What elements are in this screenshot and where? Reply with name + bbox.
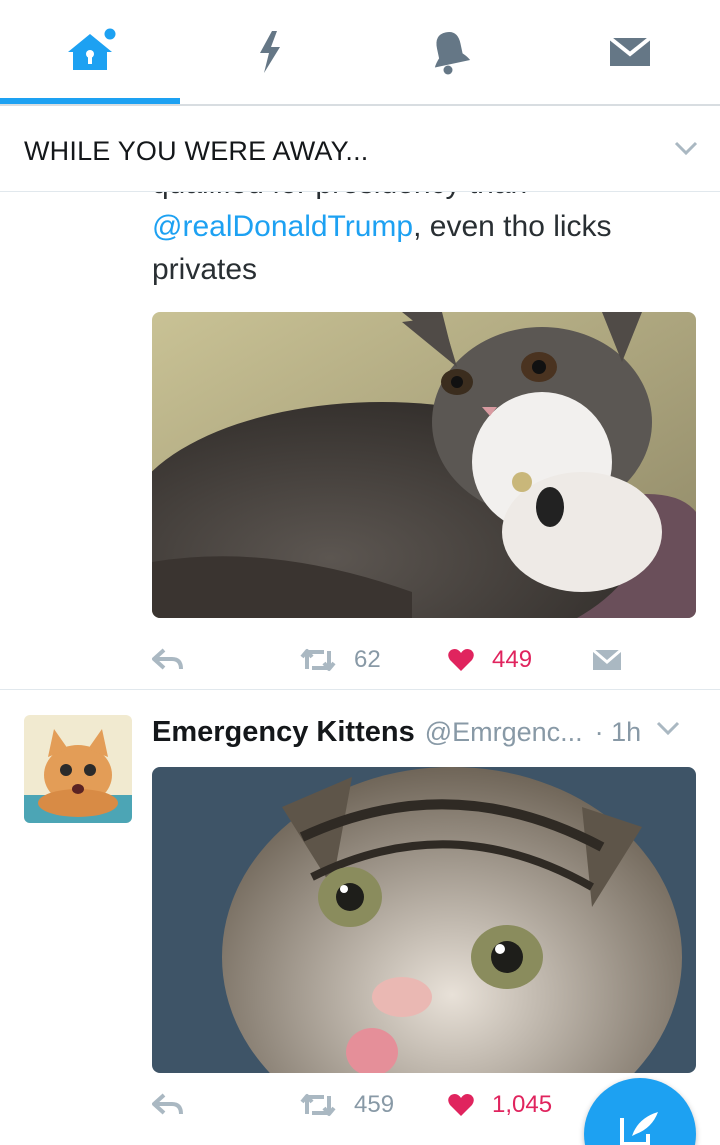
dm-share-button[interactable] (592, 640, 622, 680)
tab-notifications[interactable] (360, 0, 540, 104)
retweet-count: 459 (354, 1091, 395, 1118)
timeline-feed[interactable]: qualified for presidency than @realDonal… (0, 192, 720, 1145)
retweet-count: 62 (354, 646, 381, 673)
tweet-header: Emergency Kittens @Emrgenc... · 1h (152, 708, 702, 756)
compose-icon (620, 1112, 658, 1145)
tab-home[interactable] (0, 0, 180, 104)
kitten-avatar-image (24, 715, 132, 823)
bell-icon (434, 32, 471, 75)
chevron-down-icon[interactable] (656, 720, 680, 736)
retweet-button[interactable]: 62 (300, 640, 381, 680)
lightning-icon (260, 31, 280, 73)
cat-photo (152, 312, 696, 618)
tweet-timestamp: · 1h (594, 716, 642, 747)
tab-moments[interactable] (180, 0, 360, 104)
like-button[interactable]: 449 (448, 640, 532, 680)
envelope-icon (592, 648, 622, 670)
reply-icon (152, 648, 183, 670)
tweet-actions: 62 449 (152, 640, 632, 680)
reply-button[interactable] (152, 1085, 184, 1125)
author-name[interactable]: Emergency Kittens (152, 716, 415, 749)
tab-messages[interactable] (540, 0, 720, 104)
author-handle[interactable]: @Emrgenc... (425, 717, 583, 748)
chevron-down-icon[interactable] (674, 140, 698, 156)
like-count: 449 (492, 646, 533, 673)
envelope-icon (608, 36, 652, 66)
tweet[interactable]: Emergency Kittens @Emrgenc... · 1h 459 1… (0, 690, 720, 1145)
top-nav (0, 0, 720, 106)
tweet-media-photo[interactable] (152, 312, 696, 618)
reply-icon (152, 1093, 183, 1115)
avatar[interactable] (24, 715, 132, 823)
heart-icon (448, 1094, 474, 1116)
tweet-text: qualified for presidency than @realDonal… (152, 192, 612, 286)
while-away-header[interactable]: WHILE YOU WERE AWAY... (0, 106, 720, 192)
tweet-media-photo[interactable] (152, 767, 696, 1073)
reply-button[interactable] (152, 640, 184, 680)
tweet[interactable]: qualified for presidency than @realDonal… (0, 192, 720, 690)
retweet-button[interactable]: 459 (300, 1085, 394, 1125)
kitten-photo (152, 767, 696, 1073)
tweet-actions: 459 1,045 (152, 1085, 632, 1125)
like-count: 1,045 (492, 1091, 553, 1118)
like-button[interactable]: 1,045 (448, 1085, 552, 1125)
section-title: WHILE YOU WERE AWAY... (24, 136, 369, 166)
mention-link[interactable]: @realDonaldTrump (152, 210, 413, 243)
home-icon (68, 28, 116, 70)
retweet-icon (300, 649, 336, 671)
retweet-icon (300, 1094, 336, 1116)
heart-icon (448, 649, 474, 671)
